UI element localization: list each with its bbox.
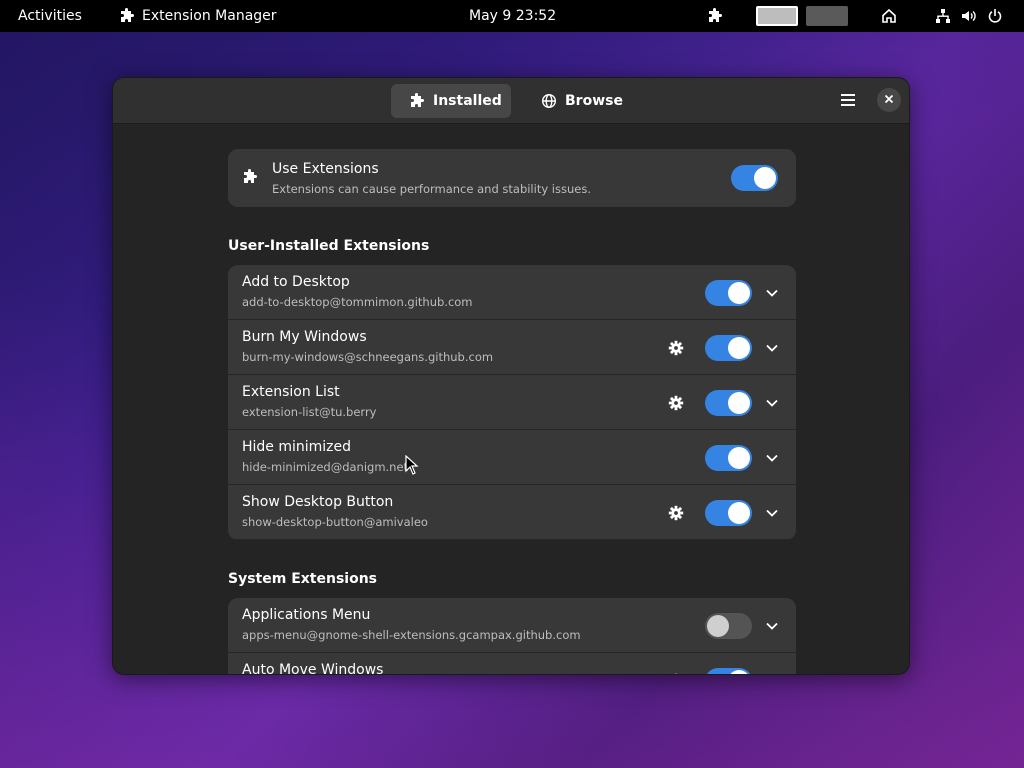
tab-browse[interactable]: Browse — [523, 84, 623, 118]
show-desktop-button[interactable] — [880, 0, 898, 32]
workspace-2[interactable] — [806, 6, 848, 26]
extension-enable-switch[interactable] — [705, 668, 752, 674]
power-icon — [986, 7, 1004, 25]
workspace-1[interactable] — [756, 6, 798, 26]
top-bar: Activities Extension Manager May 9 23:52 — [0, 0, 1024, 32]
extension-uuid: add-to-desktop@tommimon.github.com — [242, 295, 473, 309]
extension-name: Applications Menu — [242, 607, 371, 623]
clock-label: May 9 23:52 — [469, 8, 557, 24]
system-extensions-heading: System Extensions — [228, 571, 377, 587]
network-icon — [934, 7, 952, 25]
user-extensions-list: Add to Desktop add-to-desktop@tommimon.gi… — [228, 265, 796, 540]
volume-icon — [960, 7, 978, 25]
extension-name: Burn My Windows — [242, 329, 367, 345]
extension-row-show-desktop-button[interactable]: Show Desktop Button show-desktop-button@a… — [228, 485, 796, 540]
globe-icon — [541, 92, 557, 110]
clock-button[interactable]: May 9 23:52 — [469, 0, 556, 32]
system-menu-button[interactable] — [934, 0, 1004, 32]
extension-enable-switch[interactable] — [705, 335, 752, 361]
settings-gear-icon[interactable] — [666, 338, 686, 358]
user-extensions-heading: User-Installed Extensions — [228, 238, 430, 254]
activities-label: Activities — [18, 8, 82, 24]
puzzle-icon — [242, 169, 258, 189]
extension-enable-switch[interactable] — [705, 445, 752, 471]
chevron-down-icon[interactable] — [764, 505, 780, 521]
chevron-down-icon[interactable] — [764, 450, 780, 466]
workspace-indicator — [756, 0, 848, 32]
home-icon — [880, 7, 898, 25]
mouse-pointer — [405, 454, 419, 479]
extension-row-add-to-desktop[interactable]: Add to Desktop add-to-desktop@tommimon.gi… — [228, 265, 796, 320]
extension-enable-switch[interactable] — [705, 613, 752, 639]
tab-browse-label: Browse — [565, 93, 623, 109]
close-icon — [884, 93, 894, 107]
puzzle-icon — [706, 7, 724, 25]
tab-installed[interactable]: Installed — [391, 84, 511, 118]
extension-enable-switch[interactable] — [705, 500, 752, 526]
main-menu-button[interactable] — [835, 88, 861, 114]
app-name-label: Extension Manager — [142, 8, 277, 24]
activities-button[interactable]: Activities — [18, 0, 82, 32]
extension-name: Auto Move Windows — [242, 662, 384, 675]
extension-indicator[interactable] — [706, 0, 724, 32]
hamburger-icon — [840, 92, 856, 111]
extension-manager-window: Installed Browse Use Extensions Extensio… — [112, 77, 910, 675]
extension-row-hide-minimized[interactable]: Hide minimized hide-minimized@danigm.net — [228, 430, 796, 485]
use-extensions-subtitle: Extensions can cause performance and sta… — [272, 182, 591, 196]
chevron-down-icon[interactable] — [764, 285, 780, 301]
chevron-down-icon[interactable] — [764, 395, 780, 411]
puzzle-icon — [118, 7, 136, 25]
extension-name: Extension List — [242, 384, 340, 400]
chevron-down-icon[interactable] — [764, 340, 780, 356]
extension-uuid: burn-my-windows@schneegans.github.com — [242, 350, 494, 364]
app-menu-button[interactable]: Extension Manager — [118, 0, 277, 32]
extension-row-applications-menu[interactable]: Applications Menu apps-menu@gnome-shell-e… — [228, 598, 796, 653]
settings-gear-icon[interactable] — [666, 503, 686, 523]
extension-uuid: apps-menu@gnome-shell-extensions.gcampax… — [242, 628, 581, 642]
extension-name: Show Desktop Button — [242, 494, 394, 510]
puzzle-icon — [409, 92, 425, 110]
chevron-down-icon[interactable] — [764, 618, 780, 634]
extension-name: Add to Desktop — [242, 274, 350, 290]
use-extensions-switch[interactable] — [731, 165, 778, 191]
extension-enable-switch[interactable] — [705, 390, 752, 416]
chevron-down-icon[interactable] — [764, 673, 780, 674]
extension-uuid: hide-minimized@danigm.net — [242, 460, 409, 474]
header-bar: Installed Browse — [113, 78, 909, 124]
installed-page: Use Extensions Extensions can cause perf… — [113, 124, 909, 675]
extension-name: Hide minimized — [242, 439, 352, 455]
extension-enable-switch[interactable] — [705, 280, 752, 306]
extension-row-auto-move-windows[interactable]: Auto Move Windows — [228, 653, 796, 675]
extension-uuid: show-desktop-button@amivaleo — [242, 515, 428, 529]
use-extensions-row: Use Extensions Extensions can cause perf… — [228, 149, 796, 207]
use-extensions-title: Use Extensions — [272, 161, 379, 177]
close-button[interactable] — [877, 88, 901, 112]
settings-gear-icon[interactable] — [666, 671, 686, 674]
extension-row-extension-list[interactable]: Extension List extension-list@tu.berry — [228, 375, 796, 430]
extension-row-burn-my-windows[interactable]: Burn My Windows burn-my-windows@schneegan… — [228, 320, 796, 375]
settings-gear-icon[interactable] — [666, 393, 686, 413]
extension-uuid: extension-list@tu.berry — [242, 405, 377, 419]
system-extensions-list: Applications Menu apps-menu@gnome-shell-e… — [228, 598, 796, 675]
tab-installed-label: Installed — [433, 93, 502, 109]
